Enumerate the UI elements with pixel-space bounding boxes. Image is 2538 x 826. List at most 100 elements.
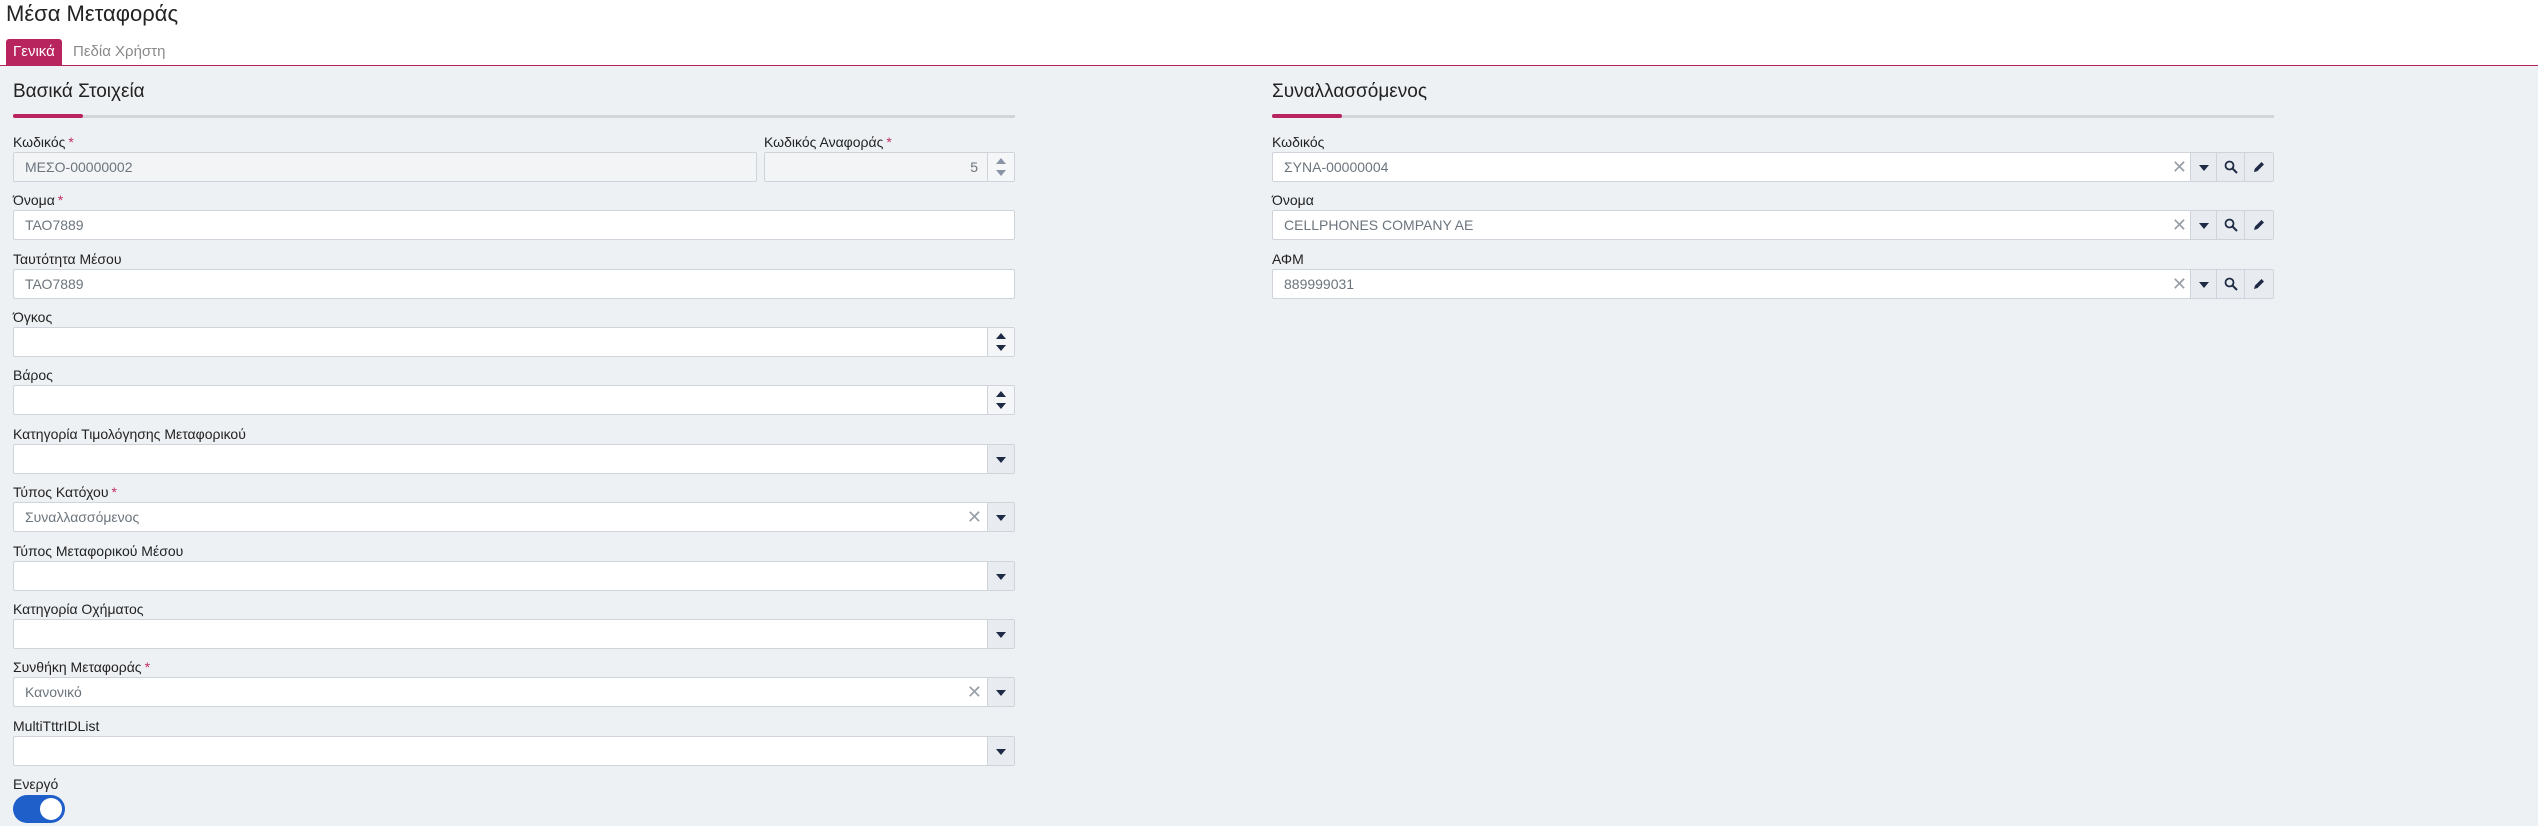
ref-code-label: Κωδικός Αναφοράς * [764, 134, 892, 150]
weight-stepper[interactable] [987, 386, 1014, 414]
weight-label: Βάρος [13, 367, 53, 383]
owner-type-value: Συναλλασσόμενος [25, 509, 140, 525]
multi-list-select[interactable] [13, 736, 1015, 766]
section-accent-basic [13, 114, 83, 118]
decrement-icon [996, 170, 1006, 176]
section-rule-counterparty [1272, 115, 2274, 118]
name-label: Όνομα * [13, 192, 64, 208]
name-value: ΤΑΟ7889 [25, 217, 84, 233]
chevron-down-icon [2199, 282, 2209, 288]
section-accent-counterparty [1272, 114, 1342, 118]
volume-input[interactable] [13, 327, 1015, 357]
close-icon[interactable]: ✕ [2172, 270, 2187, 298]
dropdown-button[interactable] [987, 562, 1014, 590]
counterparty-code-lookup[interactable]: ΣΥΝΑ-00000004 ✕ [1272, 152, 2274, 182]
pencil-icon [2254, 279, 2264, 289]
required-marker: * [111, 484, 117, 500]
dropdown-button[interactable] [987, 620, 1014, 648]
increment-icon[interactable] [996, 391, 1006, 397]
transport-condition-label: Συνθήκη Μεταφοράς * [13, 659, 151, 675]
dropdown-button[interactable] [2190, 153, 2217, 181]
vehicle-category-label: Κατηγορία Οχήματος [13, 601, 144, 617]
vehicle-id-input[interactable]: ΤΑΟ7889 [13, 269, 1015, 299]
search-icon [2224, 160, 2238, 174]
tab-user-fields[interactable]: Πεδία Χρήστη [66, 39, 172, 65]
vehicle-category-select[interactable] [13, 619, 1015, 649]
chevron-down-icon [996, 457, 1006, 463]
volume-label: Όγκος [13, 309, 53, 325]
tab-general[interactable]: Γενικά [6, 39, 62, 65]
ref-code-value: 5 [970, 159, 978, 175]
chevron-down-icon [996, 690, 1006, 696]
required-marker: * [886, 134, 892, 150]
dropdown-button[interactable] [987, 503, 1014, 531]
owner-type-select[interactable]: Συναλλασσόμενος ✕ [13, 502, 1015, 532]
vehicle-id-value: ΤΑΟ7889 [25, 276, 84, 292]
page-title: Μέσα Μεταφοράς [6, 1, 179, 26]
search-button[interactable] [2216, 153, 2245, 181]
counterparty-vat-value: 889999031 [1284, 276, 1355, 292]
required-marker: * [57, 192, 64, 208]
ref-code-field: 5 [764, 152, 1015, 182]
chevron-down-icon [996, 632, 1006, 638]
section-title-counterparty: Συναλλασσόμενος [1272, 81, 1427, 102]
ref-code-stepper [987, 153, 1014, 181]
chevron-down-icon [996, 515, 1006, 521]
chevron-down-icon [996, 749, 1006, 755]
transport-condition-select[interactable]: Κανονικό ✕ [13, 677, 1015, 707]
decrement-icon[interactable] [996, 345, 1006, 351]
weight-input[interactable] [13, 385, 1015, 415]
transport-type-select[interactable] [13, 561, 1015, 591]
close-icon[interactable]: ✕ [2172, 153, 2187, 181]
search-button[interactable] [2216, 270, 2245, 298]
chevron-down-icon [2199, 223, 2209, 229]
decrement-icon[interactable] [996, 403, 1006, 409]
close-icon[interactable]: ✕ [967, 678, 982, 706]
transport-type-label: Τύπος Μεταφορικού Μέσου [13, 543, 184, 559]
search-icon [2224, 218, 2238, 232]
owner-type-label: Τύπος Κατόχου * [13, 484, 117, 500]
code-value: ΜΕΣΟ-00000002 [25, 159, 133, 175]
counterparty-name-value: CELLPHONES COMPANY AE [1284, 217, 1474, 233]
transport-condition-value: Κανονικό [25, 684, 82, 700]
section-rule-basic [13, 115, 1015, 118]
section-title-basic: Βασικά Στοιχεία [13, 81, 145, 102]
counterparty-name-label: Όνομα [1272, 192, 1314, 208]
pencil-icon [2254, 220, 2264, 230]
vehicle-id-label: Ταυτότητα Μέσου [13, 251, 122, 267]
dropdown-button[interactable] [987, 445, 1014, 473]
dropdown-button[interactable] [987, 678, 1014, 706]
counterparty-vat-lookup[interactable]: 889999031 ✕ [1272, 269, 2274, 299]
volume-stepper[interactable] [987, 328, 1014, 356]
toggle-knob [40, 798, 62, 820]
active-toggle[interactable] [13, 795, 65, 823]
active-label: Ενεργό [13, 776, 59, 792]
pricing-category-select[interactable] [13, 444, 1015, 474]
close-icon[interactable]: ✕ [967, 503, 982, 531]
dropdown-button[interactable] [2190, 270, 2217, 298]
required-marker: * [68, 134, 74, 150]
increment-icon [996, 158, 1006, 164]
search-icon [2224, 277, 2238, 291]
chevron-down-icon [996, 574, 1006, 580]
close-icon[interactable]: ✕ [2172, 211, 2187, 239]
increment-icon[interactable] [996, 333, 1006, 339]
edit-button[interactable] [2244, 270, 2273, 298]
name-input[interactable]: ΤΑΟ7889 [13, 210, 1015, 240]
multi-list-label: MultiTttrIDList [13, 718, 100, 734]
code-label: Κωδικός * [13, 134, 74, 150]
dropdown-button[interactable] [2190, 211, 2217, 239]
form-content: Βασικά Στοιχεία Κωδικός * ΜΕΣΟ-00000002 Κ… [0, 66, 2538, 826]
dropdown-button[interactable] [987, 737, 1014, 765]
edit-button[interactable] [2244, 153, 2273, 181]
search-button[interactable] [2216, 211, 2245, 239]
counterparty-name-lookup[interactable]: CELLPHONES COMPANY AE ✕ [1272, 210, 2274, 240]
edit-button[interactable] [2244, 211, 2273, 239]
counterparty-code-label: Κωδικός [1272, 134, 1325, 150]
pencil-icon [2254, 162, 2264, 172]
counterparty-vat-label: ΑΦΜ [1272, 251, 1304, 267]
counterparty-code-value: ΣΥΝΑ-00000004 [1284, 159, 1389, 175]
required-marker: * [144, 659, 151, 675]
code-field: ΜΕΣΟ-00000002 [13, 152, 757, 182]
pricing-category-label: Κατηγορία Τιμολόγησης Μεταφορικού [13, 426, 246, 442]
